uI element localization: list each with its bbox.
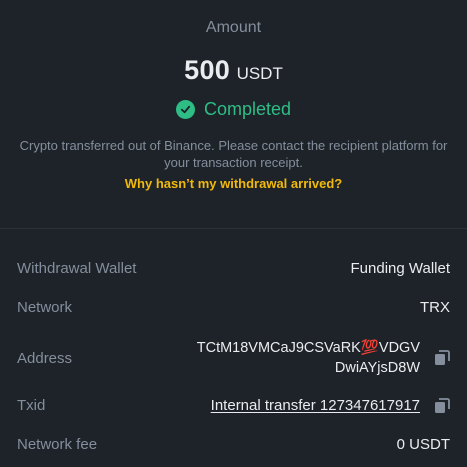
transfer-notice: Crypto transferred out of Binance. Pleas…: [19, 138, 448, 170]
txid-row: Txid Internal transfer 127347617917: [17, 397, 450, 414]
withdrawal-wallet-label: Withdrawal Wallet: [17, 260, 137, 277]
txid-value[interactable]: Internal transfer 127347617917: [211, 397, 420, 414]
network-fee-value: 0 USDT: [396, 436, 450, 453]
divider: [0, 228, 467, 229]
amount-label: Amount: [205, 19, 262, 36]
address-value-group: TCtM18VMCaJ9CSVaRK💯VDGV DwiAYjsD8W: [197, 338, 450, 378]
status-badge: Completed: [0, 99, 467, 120]
amount-unit: USDT: [236, 64, 283, 83]
address-row: Address TCtM18VMCaJ9CSVaRK💯VDGV DwiAYjsD…: [17, 338, 450, 378]
copy-address-icon[interactable]: [434, 350, 450, 366]
network-value: TRX: [420, 299, 450, 316]
network-fee-label: Network fee: [17, 436, 98, 453]
amount-display: 500 USDT: [0, 55, 467, 86]
copy-txid-icon[interactable]: [434, 397, 450, 414]
txid-value-group: Internal transfer 127347617917: [211, 397, 450, 414]
network-label: Network: [17, 299, 73, 316]
check-circle-icon: [175, 100, 195, 119]
withdrawal-wallet-row: Withdrawal Wallet Funding Wallet: [17, 260, 450, 277]
withdrawal-wallet-value: Funding Wallet: [350, 260, 451, 277]
address-label: Address: [17, 349, 73, 367]
status-text: Completed: [203, 99, 292, 119]
address-line-2: DwiAYjsD8W: [334, 360, 420, 376]
txid-label: Txid: [17, 397, 46, 414]
address-value: TCtM18VMCaJ9CSVaRK💯VDGV DwiAYjsD8W: [197, 338, 420, 378]
address-line-1: TCtM18VMCaJ9CSVaRK💯VDGV: [196, 340, 420, 356]
network-row: Network TRX: [17, 299, 450, 316]
amount-value: 500: [184, 55, 231, 85]
withdrawal-help-link[interactable]: Why hasn’t my withdrawal arrived?: [0, 176, 467, 191]
withdrawal-detail-screen: Amount 500 USDT Completed Crypto transfe…: [0, 0, 467, 467]
network-fee-row: Network fee 0 USDT: [17, 436, 450, 453]
